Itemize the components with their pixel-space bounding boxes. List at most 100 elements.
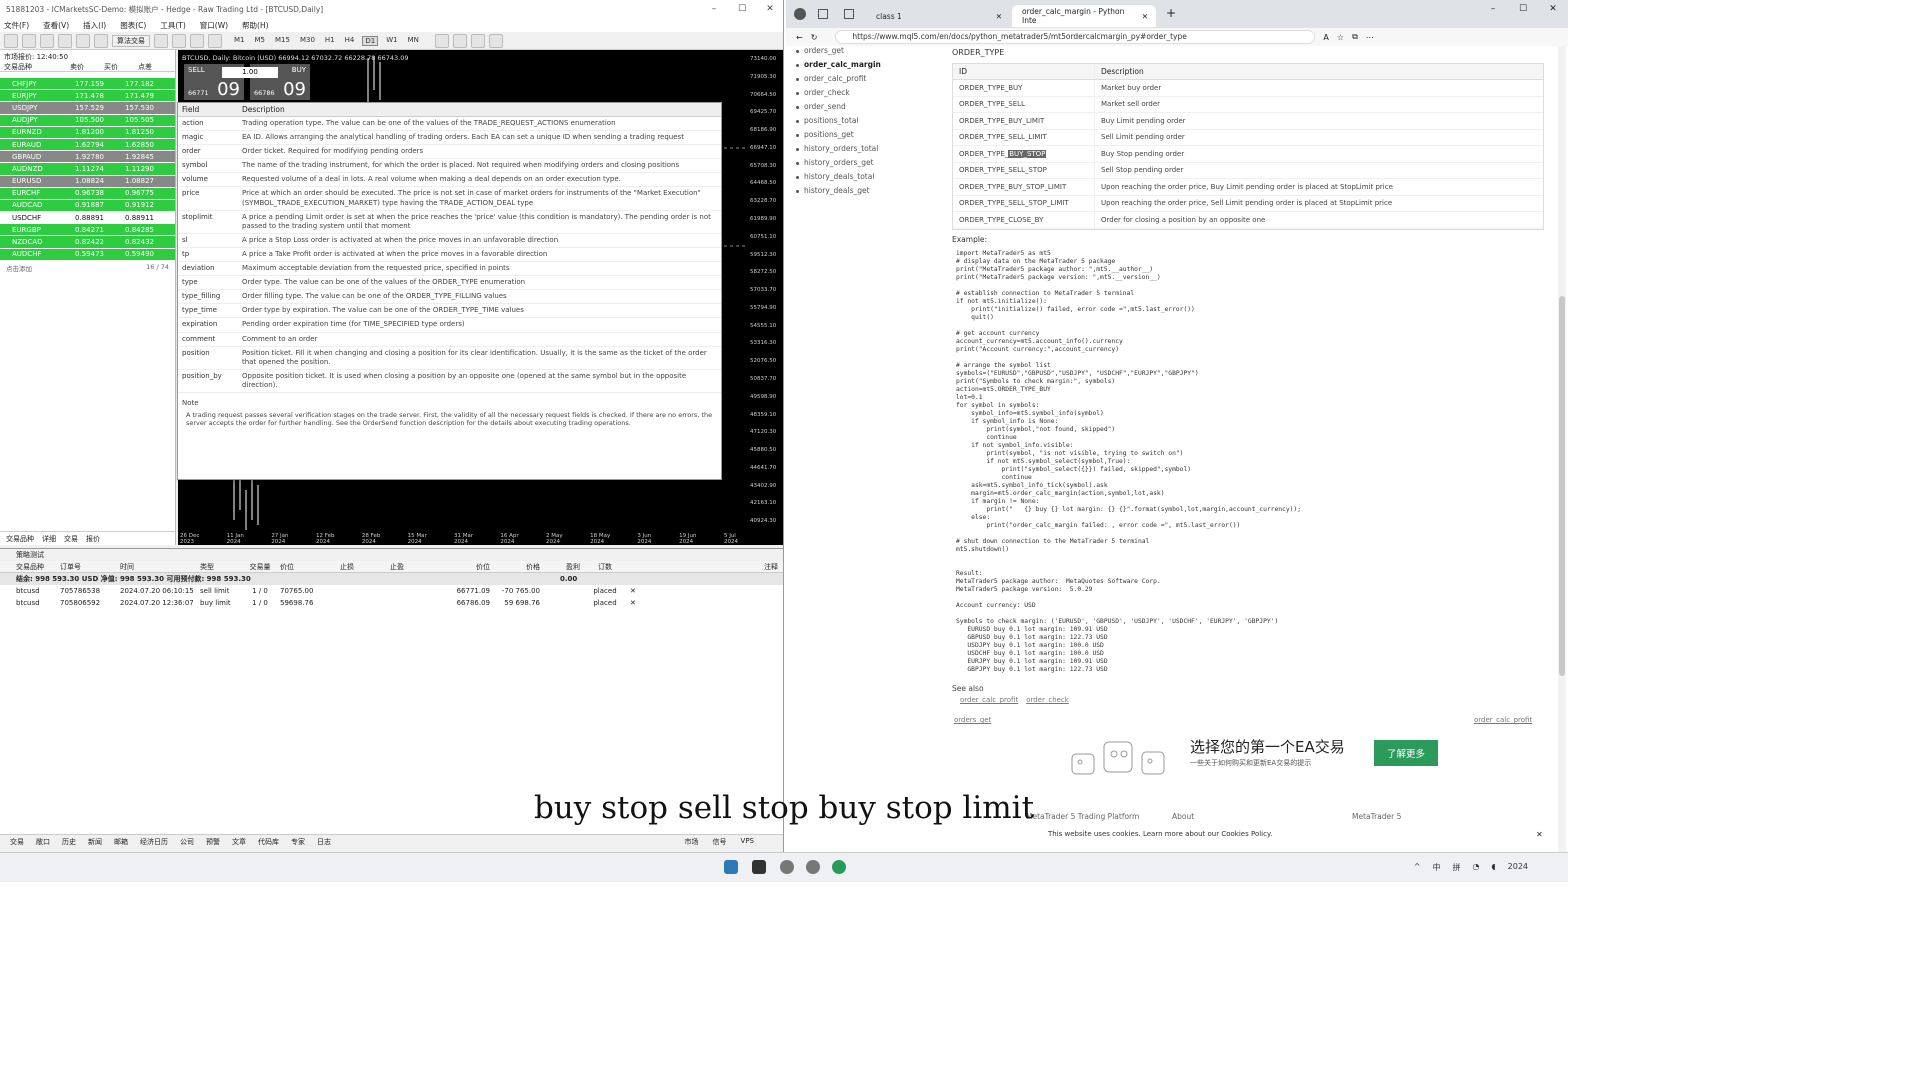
- market-watch-row[interactable]: EURJPY 171.478 171.479: [0, 90, 175, 103]
- read-aloud-icon[interactable]: A: [1323, 33, 1328, 42]
- crosshair-icon[interactable]: [434, 33, 449, 48]
- market-watch-row[interactable]: EURNZD 1.81200 1.81250: [0, 126, 175, 139]
- mt5-app-icon-2[interactable]: [806, 860, 820, 874]
- market-watch-row[interactable]: AUDCHF 0.59473 0.59490: [0, 248, 175, 261]
- order-row[interactable]: btcusd 705786538 2024.07.20 06:10:15 sell l…: [0, 585, 783, 597]
- see-also-link[interactable]: order_check: [1026, 696, 1069, 704]
- market-watch-row[interactable]: USDJPY 157.529 157.530: [0, 102, 175, 115]
- orders-col-header[interactable]: 交易品种: [0, 562, 60, 572]
- chevron-up-icon[interactable]: ^: [1414, 862, 1421, 873]
- timeframe-button[interactable]: H1: [323, 36, 337, 46]
- delete-order-icon[interactable]: ✕: [630, 587, 636, 595]
- trendline-icon[interactable]: [452, 33, 467, 48]
- nav-item[interactable]: order_check: [794, 88, 944, 102]
- toolbox-tab[interactable]: 敞口: [36, 837, 50, 847]
- timeframe-button[interactable]: M30: [298, 36, 317, 46]
- indicators-icon[interactable]: [470, 33, 485, 48]
- toolbox-tab[interactable]: 代码库: [258, 837, 279, 847]
- start-icon[interactable]: [724, 860, 738, 874]
- volume-icon[interactable]: ◖: [1491, 862, 1495, 873]
- market-watch-row[interactable]: AUDCAD 0.91887 0.91912: [0, 199, 175, 213]
- mt5-app-icon[interactable]: [780, 860, 794, 874]
- more-icon[interactable]: ⋯: [1366, 33, 1374, 42]
- refresh-icon[interactable]: ↻: [811, 33, 818, 42]
- timeframe-button[interactable]: M1: [232, 36, 247, 46]
- nav-item[interactable]: history_deals_total: [794, 172, 944, 186]
- nav-item[interactable]: orders_get: [794, 46, 944, 60]
- signals-link[interactable]: 信号: [713, 837, 727, 847]
- close-icon[interactable]: ✕: [756, 0, 783, 18]
- terminal-icon[interactable]: [752, 860, 766, 874]
- market-watch-row[interactable]: USDCHF 0.88891 0.88911: [0, 212, 175, 225]
- close-tab-icon[interactable]: ✕: [1142, 12, 1148, 21]
- toolbox-tab[interactable]: 专家: [291, 837, 305, 847]
- see-also-link[interactable]: order_calc_profit: [960, 696, 1018, 704]
- market-watch-row[interactable]: CHFJPY 177.159 177.182: [0, 78, 175, 91]
- col-bid[interactable]: 卖价: [70, 62, 84, 72]
- nav-item[interactable]: order_calc_profit: [794, 74, 944, 88]
- nav-item[interactable]: history_deals_get: [794, 186, 944, 200]
- nav-item[interactable]: order_send: [794, 102, 944, 116]
- new-tab-icon[interactable]: +: [1166, 6, 1176, 20]
- orders-col-header[interactable]: 订单号: [60, 562, 120, 572]
- nav-item[interactable]: history_orders_get: [794, 158, 944, 172]
- zoom-in-icon[interactable]: [154, 33, 168, 48]
- favorite-icon[interactable]: ☆: [1337, 33, 1344, 42]
- market-watch-row[interactable]: GBPAUD 1.92780 1.92845: [0, 151, 175, 164]
- toolbox-tab[interactable]: 历史: [62, 837, 76, 847]
- new-chart-icon[interactable]: [4, 33, 18, 48]
- menu-item[interactable]: 查看(V): [43, 20, 69, 31]
- ide-icon[interactable]: [94, 33, 108, 48]
- objects-icon[interactable]: [488, 33, 503, 48]
- timeframe-button[interactable]: M15: [273, 36, 292, 46]
- learn-more-button[interactable]: 了解更多: [1374, 740, 1438, 766]
- col-ask[interactable]: 买价: [104, 62, 118, 72]
- orders-col-header[interactable]: 价位: [440, 562, 490, 572]
- market-watch-row[interactable]: EURCHF 0.96738 0.96775: [0, 187, 175, 200]
- extensions-icon[interactable]: ⧉: [1352, 32, 1358, 42]
- toolbox-tab[interactable]: 日志: [317, 837, 331, 847]
- clock-year[interactable]: 2024: [1508, 862, 1528, 873]
- timeframe-button[interactable]: D1: [362, 35, 379, 46]
- prev-page-link[interactable]: orders_get: [954, 716, 991, 724]
- orders-col-header[interactable]: 价位: [280, 562, 340, 572]
- minimize-icon[interactable]: –: [700, 0, 728, 18]
- col-symbol[interactable]: 交易品种: [4, 62, 32, 72]
- navigator-icon[interactable]: [40, 33, 54, 48]
- toolbox-tab[interactable]: 文章: [232, 837, 246, 847]
- menu-item[interactable]: 插入(I): [83, 20, 106, 31]
- menu-item[interactable]: 文件(F): [4, 20, 29, 31]
- market-watch-tab[interactable]: 交易: [64, 534, 78, 544]
- toolbox-tab[interactable]: 交易: [10, 837, 24, 847]
- orders-col-header[interactable]: 盈利: [540, 562, 580, 572]
- profile-icon[interactable]: [794, 8, 806, 20]
- menu-item[interactable]: 帮助(H): [242, 20, 269, 31]
- nav-item[interactable]: order_calc_margin: [794, 60, 944, 74]
- orders-col-header[interactable]: 时间: [120, 562, 200, 572]
- data-window-icon[interactable]: [76, 33, 90, 48]
- orders-col-header[interactable]: 交易量: [240, 562, 280, 572]
- timeframe-button[interactable]: H4: [343, 36, 357, 46]
- market-watch-row[interactable]: EURUSD 1.08824 1.08827: [0, 175, 175, 188]
- scroll-thumb[interactable]: [1559, 296, 1565, 676]
- market-watch-row[interactable]: AUDNZD 1.11274 1.11290: [0, 163, 175, 176]
- close-icon[interactable]: ✕: [1538, 4, 1568, 14]
- tab-order-calc-margin[interactable]: order_calc_margin - Python Inte ✕: [1012, 5, 1156, 27]
- nav-item[interactable]: positions_total: [794, 116, 944, 130]
- grid-icon[interactable]: [190, 33, 204, 48]
- nav-item[interactable]: history_orders_total: [794, 144, 944, 158]
- close-tab-icon[interactable]: ✕: [996, 12, 1002, 21]
- orders-col-header[interactable]: 订数: [580, 562, 630, 572]
- tab-actions-icon[interactable]: [844, 9, 854, 19]
- toolbox-tab[interactable]: 经济日历: [140, 837, 168, 847]
- market-watch-row[interactable]: EURAUD 1.62794 1.62850: [0, 138, 175, 152]
- timeframe-button[interactable]: M5: [253, 36, 268, 46]
- orders-col-header[interactable]: 类型: [200, 562, 240, 572]
- market-watch-row[interactable]: NZDCAD 0.82422 0.82432: [0, 236, 175, 249]
- back-icon[interactable]: ←: [796, 33, 803, 42]
- algo-trading-button[interactable]: 算法交易: [112, 34, 150, 47]
- autoscroll-icon[interactable]: [208, 33, 222, 48]
- maximize-icon[interactable]: ☐: [728, 0, 756, 18]
- toolbox-tab[interactable]: 新闻: [88, 837, 102, 847]
- tab-class-1[interactable]: class 1 ✕: [866, 5, 1010, 27]
